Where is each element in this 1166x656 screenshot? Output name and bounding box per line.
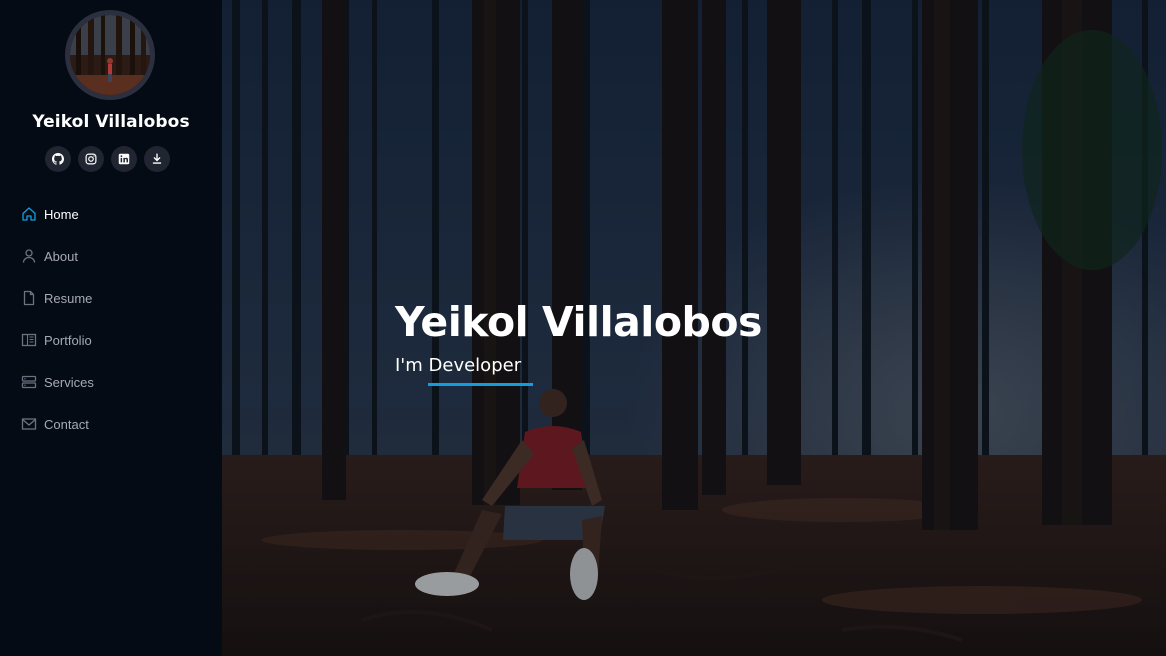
download-icon	[152, 153, 162, 164]
nav-item-services[interactable]: Services	[0, 361, 222, 403]
book-icon	[21, 332, 37, 348]
server-icon	[21, 374, 37, 390]
nav-item-home[interactable]: Home	[0, 193, 222, 235]
app: Yeikol Villalobos Home About Resume Port…	[0, 0, 1166, 656]
nav-label-home: Home	[44, 206, 79, 222]
nav-item-resume[interactable]: Resume	[0, 277, 222, 319]
instagram-icon	[85, 153, 97, 165]
linkedin-link[interactable]	[111, 146, 137, 172]
nav-item-about[interactable]: About	[0, 235, 222, 277]
hero-subtitle: I'm Developer	[395, 355, 522, 376]
nav-label-about: About	[44, 248, 78, 264]
hero-title: Yeikol Villalobos	[395, 298, 762, 346]
nav-label-portfolio: Portfolio	[44, 332, 92, 348]
profile-name: Yeikol Villalobos	[32, 112, 190, 132]
nav-label-resume: Resume	[44, 290, 93, 306]
hero-section: Yeikol Villalobos I'm Developer	[222, 0, 1166, 656]
nav-item-contact[interactable]: Contact	[0, 403, 222, 445]
nav-label-contact: Contact	[44, 416, 89, 432]
nav-item-portfolio[interactable]: Portfolio	[0, 319, 222, 361]
linkedin-icon	[118, 153, 130, 165]
social-links	[45, 146, 170, 172]
envelope-icon	[21, 416, 37, 432]
file-icon	[21, 290, 37, 306]
instagram-link[interactable]	[78, 146, 104, 172]
home-icon	[21, 206, 37, 222]
nav-label-services: Services	[44, 374, 94, 390]
github-icon	[52, 153, 64, 165]
profile-photo	[70, 15, 150, 95]
download-link[interactable]	[144, 146, 170, 172]
profile-avatar	[65, 10, 155, 100]
typed-underline	[428, 383, 533, 386]
sidebar: Yeikol Villalobos Home About Resume Port…	[0, 0, 222, 656]
user-icon	[21, 248, 37, 264]
nav-menu: Home About Resume Portfolio Services Con…	[0, 193, 222, 445]
github-link[interactable]	[45, 146, 71, 172]
